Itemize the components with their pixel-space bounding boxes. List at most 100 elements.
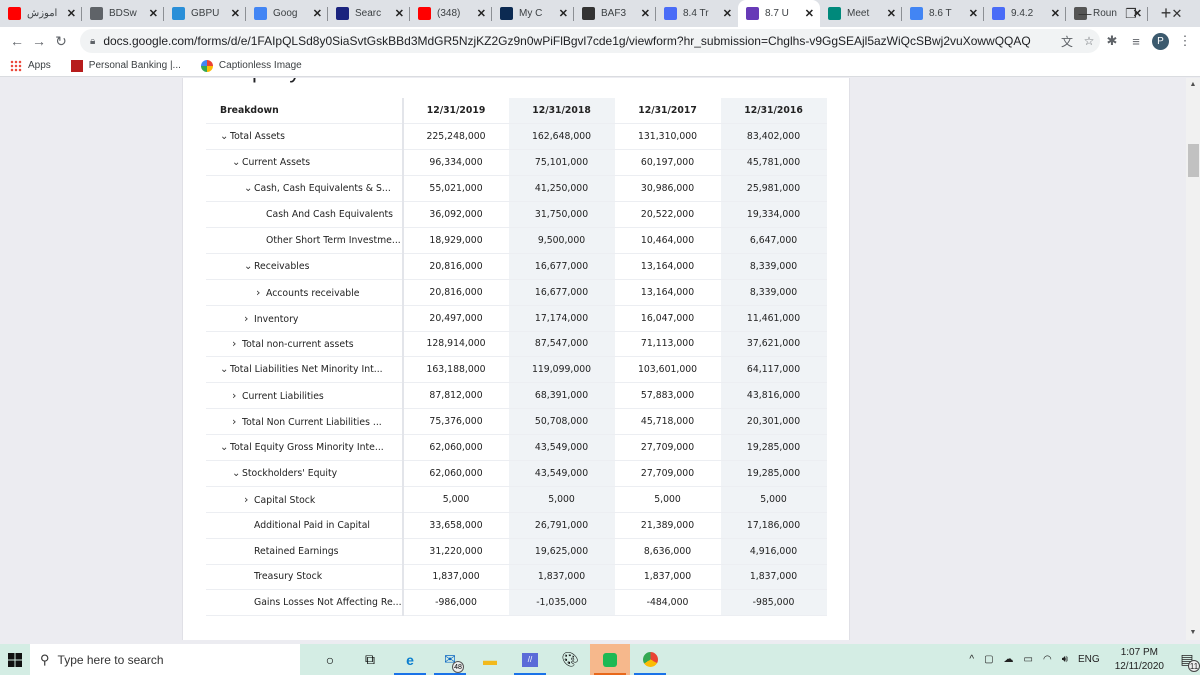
table-row[interactable]: › Total Non Current Liabilities ... 75,376… [206, 408, 827, 436]
wifi-icon[interactable]: ◠ [1043, 654, 1052, 665]
reload-button[interactable]: ↻ [50, 33, 72, 50]
browser-tab[interactable]: Searc ✕ [328, 0, 410, 27]
task-view-icon[interactable]: ⧉ [350, 644, 390, 675]
row-label: Total Liabilities Net Minority Int... [230, 364, 383, 376]
browser-tab[interactable]: 8.4 Tr ✕ [656, 0, 738, 27]
chevron-down-icon[interactable]: ⌄ [220, 442, 230, 453]
close-window-button[interactable]: ✕ [1154, 0, 1200, 27]
table-row[interactable]: › Total non-current assets 128,914,000 87,5… [206, 331, 827, 358]
cortana-icon[interactable]: ○ [310, 644, 350, 675]
bookmark-captionless-image[interactable]: Captionless Image [200, 59, 302, 72]
maximize-button[interactable]: ❐ [1108, 0, 1154, 27]
chevron-right-icon[interactable]: › [232, 337, 242, 350]
language-indicator[interactable]: ENG [1078, 654, 1100, 665]
vertical-scrollbar[interactable]: ▲ ▼ [1186, 78, 1200, 640]
browser-tab[interactable]: (348) ✕ [410, 0, 492, 27]
forward-button[interactable]: → [28, 33, 50, 49]
chevron-right-icon[interactable]: › [232, 389, 242, 402]
table-row[interactable]: › Capital Stock 5,000 5,000 5,000 5,000 [206, 486, 827, 513]
bookmark-apps[interactable]: Apps [10, 59, 51, 72]
edge-icon[interactable]: e [390, 644, 430, 675]
browser-tab[interactable]: My C ✕ [492, 0, 574, 27]
translate-icon[interactable]: 文 [1056, 33, 1078, 50]
form-card: Company 1 - Balance Sheet Breakdown 12/3… [182, 78, 850, 640]
table-row[interactable]: ⌄ Total Equity Gross Minority Inte... 62,0… [206, 434, 827, 461]
close-tab-icon[interactable]: ✕ [641, 7, 650, 20]
profile-avatar[interactable]: P [1152, 32, 1169, 50]
mail-badge: 48 [452, 661, 464, 673]
row-label-cell: Cash And Cash Equivalents [206, 201, 404, 228]
table-row[interactable]: ⌄ Total Liabilities Net Minority Int... 16… [206, 356, 827, 384]
back-button[interactable]: ← [6, 33, 28, 49]
close-tab-icon[interactable]: ✕ [477, 7, 486, 20]
file-explorer-icon[interactable]: ▬ [470, 644, 510, 675]
browser-tab[interactable]: Goog ✕ [246, 0, 328, 27]
row-label-cell: › Total Non Current Liabilities ... [206, 408, 404, 436]
close-tab-icon[interactable]: ✕ [231, 7, 240, 20]
meet-now-icon[interactable]: ▢ [984, 654, 993, 665]
start-button[interactable] [0, 644, 30, 675]
chevron-down-icon[interactable]: ⌄ [220, 364, 230, 375]
browser-tab[interactable]: GBPU ✕ [164, 0, 246, 27]
close-tab-icon[interactable]: ✕ [395, 7, 404, 20]
paint-icon[interactable]: 🎨︎ [550, 644, 590, 675]
table-row[interactable]: › Inventory 20,497,000 17,174,000 16,047,000… [206, 305, 827, 332]
show-hidden-icons-icon[interactable]: ^ [969, 654, 974, 665]
chevron-right-icon[interactable]: › [256, 286, 266, 299]
minimize-button[interactable]: — [1062, 0, 1108, 27]
scroll-up-arrow-icon[interactable]: ▲ [1186, 78, 1200, 92]
close-tab-icon[interactable]: ✕ [313, 7, 322, 20]
address-bar[interactable]: 🔒︎ docs.google.com/forms/d/e/1FAIpQLSd8y… [80, 29, 1100, 53]
value-cell: 1,837,000 [614, 564, 721, 591]
close-tab-icon[interactable]: ✕ [149, 7, 158, 20]
reading-list-icon[interactable]: ≡ [1124, 34, 1148, 49]
browser-tab[interactable]: 8.6 T ✕ [902, 0, 984, 27]
table-row[interactable]: ⌄ Total Assets 225,248,000 162,648,000 131,3… [206, 123, 827, 151]
chevron-down-icon[interactable]: ⌄ [244, 183, 254, 194]
chevron-down-icon[interactable]: ⌄ [244, 261, 254, 272]
chevron-down-icon[interactable]: ⌄ [232, 157, 242, 168]
close-tab-icon[interactable]: ✕ [805, 7, 814, 20]
mail-icon[interactable]: ✉ 48 [430, 644, 470, 675]
menu-kebab-icon[interactable]: ⋮ [1173, 33, 1197, 49]
chevron-right-icon[interactable]: › [244, 493, 254, 506]
table-row[interactable]: ⌄ Stockholders' Equity 62,060,000 43,549,00… [206, 460, 827, 487]
table-row[interactable]: › Accounts receivable 20,816,000 16,677,000… [206, 279, 827, 306]
ms-whiteboard-icon[interactable]: // [510, 644, 550, 675]
close-tab-icon[interactable]: ✕ [969, 7, 978, 20]
chevron-right-icon[interactable]: › [244, 312, 254, 325]
spotify-icon[interactable] [590, 644, 630, 675]
bookmark-star-icon[interactable]: ☆ [1078, 34, 1100, 48]
chevron-down-icon[interactable]: ⌄ [232, 468, 242, 479]
table-row[interactable]: ⌄ Cash, Cash Equivalents & S... 55,021,000… [206, 175, 827, 203]
table-row[interactable]: › Current Liabilities 87,812,000 68,391,000… [206, 382, 827, 410]
chevron-right-icon[interactable]: › [232, 415, 242, 428]
scrollbar-thumb[interactable] [1188, 144, 1199, 177]
action-center-icon[interactable]: ▤ 11 [1174, 651, 1200, 672]
browser-tab[interactable]: آموزش ✕ [0, 0, 82, 27]
chrome-icon[interactable] [630, 644, 670, 675]
url-text[interactable]: docs.google.com/forms/d/e/1FAIpQLSd8y0Si… [103, 34, 1056, 48]
clock[interactable]: 1:07 PM 12/11/2020 [1115, 646, 1164, 674]
close-tab-icon[interactable]: ✕ [887, 7, 896, 20]
browser-tab[interactable]: 8.7 U ✕ [738, 0, 820, 27]
scroll-down-arrow-icon[interactable]: ▼ [1186, 626, 1200, 640]
browser-tab[interactable]: Meet ✕ [820, 0, 902, 27]
extensions-icon[interactable]: ✱ [1100, 33, 1124, 49]
taskbar-search-box[interactable]: ⚲ Type here to search [30, 644, 300, 675]
clock-date: 12/11/2020 [1114, 660, 1164, 672]
bookmark-personal-banking[interactable]: Personal Banking |... [70, 59, 181, 72]
close-tab-icon[interactable]: ✕ [67, 7, 76, 20]
close-tab-icon[interactable]: ✕ [1051, 7, 1060, 20]
table-row[interactable]: ⌄ Receivables 20,816,000 16,677,000 13,164,0… [206, 253, 827, 280]
table-row[interactable]: ⌄ Current Assets 96,334,000 75,101,000 60,19… [206, 149, 827, 177]
close-tab-icon[interactable]: ✕ [559, 7, 568, 20]
battery-icon[interactable]: ▭ [1024, 654, 1033, 665]
close-tab-icon[interactable]: ✕ [723, 7, 732, 20]
browser-tab[interactable]: BAF3 ✕ [574, 0, 656, 27]
browser-tab[interactable]: 9.4.2 ✕ [984, 0, 1066, 27]
onedrive-cloud-icon[interactable]: ☁ [1004, 654, 1014, 665]
volume-icon[interactable]: 🔊︎ [1062, 654, 1068, 665]
browser-tab[interactable]: BDSw ✕ [82, 0, 164, 27]
chevron-down-icon[interactable]: ⌄ [220, 131, 230, 142]
